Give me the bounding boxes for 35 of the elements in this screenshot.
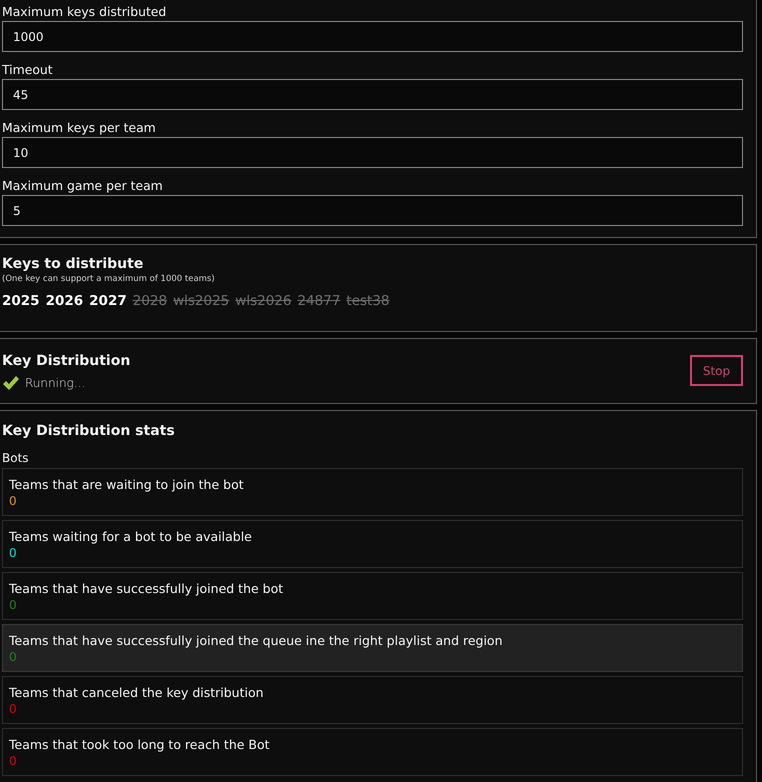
field-label: Maximum keys distributed [2, 4, 168, 19]
stop-button[interactable]: Stop [690, 355, 743, 386]
stat-label: Teams that canceled the key distribution [9, 684, 265, 700]
key-toggle[interactable]: 2028 [132, 293, 168, 310]
stat-value: 0 [9, 702, 17, 716]
stat-value: 0 [9, 754, 17, 768]
field-label: Maximum keys per team [2, 120, 157, 135]
section-title: Key Distribution stats [2, 422, 176, 441]
key-toggle[interactable]: wls2025 [173, 293, 230, 310]
key-toggle[interactable]: 2025 [2, 293, 40, 310]
field-label: Timeout [2, 62, 54, 77]
input-field[interactable]: 1000 [2, 21, 743, 52]
section-title: Keys to distribute [2, 255, 144, 274]
key-toggle[interactable]: test38 [346, 293, 390, 310]
status-text: Running... [25, 376, 86, 390]
stat-label: Teams waiting for a bot to be available [9, 528, 253, 544]
stat-label: Teams that have successfully joined the queue ine the right playlist and region [9, 632, 504, 648]
section-title: Key Distribution [2, 352, 130, 370]
key-toggle[interactable]: 2027 [89, 293, 127, 310]
input-field[interactable]: 45 [2, 79, 743, 110]
stat-value: 0 [9, 650, 17, 664]
section-note: (One key can support a maximum of 1000 teams) [2, 274, 216, 285]
stat-label: Teams that took too long to reach the Bot [9, 736, 271, 752]
input-field[interactable]: 5 [2, 195, 743, 226]
stat-label: Teams that have successfully joined the bot [9, 580, 284, 596]
stat-value: 0 [9, 598, 17, 612]
stat-value: 0 [9, 494, 17, 508]
key-toggle[interactable]: 24877 [297, 293, 340, 310]
field-label: Maximum game per team [2, 178, 164, 193]
stat-value: 0 [9, 546, 17, 560]
key-toggle[interactable]: 2026 [46, 293, 84, 310]
input-field[interactable]: 10 [2, 137, 743, 168]
group-label: Bots [2, 451, 30, 466]
stat-label: Teams that are waiting to join the bot [9, 476, 245, 492]
key-toggle[interactable]: wls2026 [235, 293, 292, 310]
